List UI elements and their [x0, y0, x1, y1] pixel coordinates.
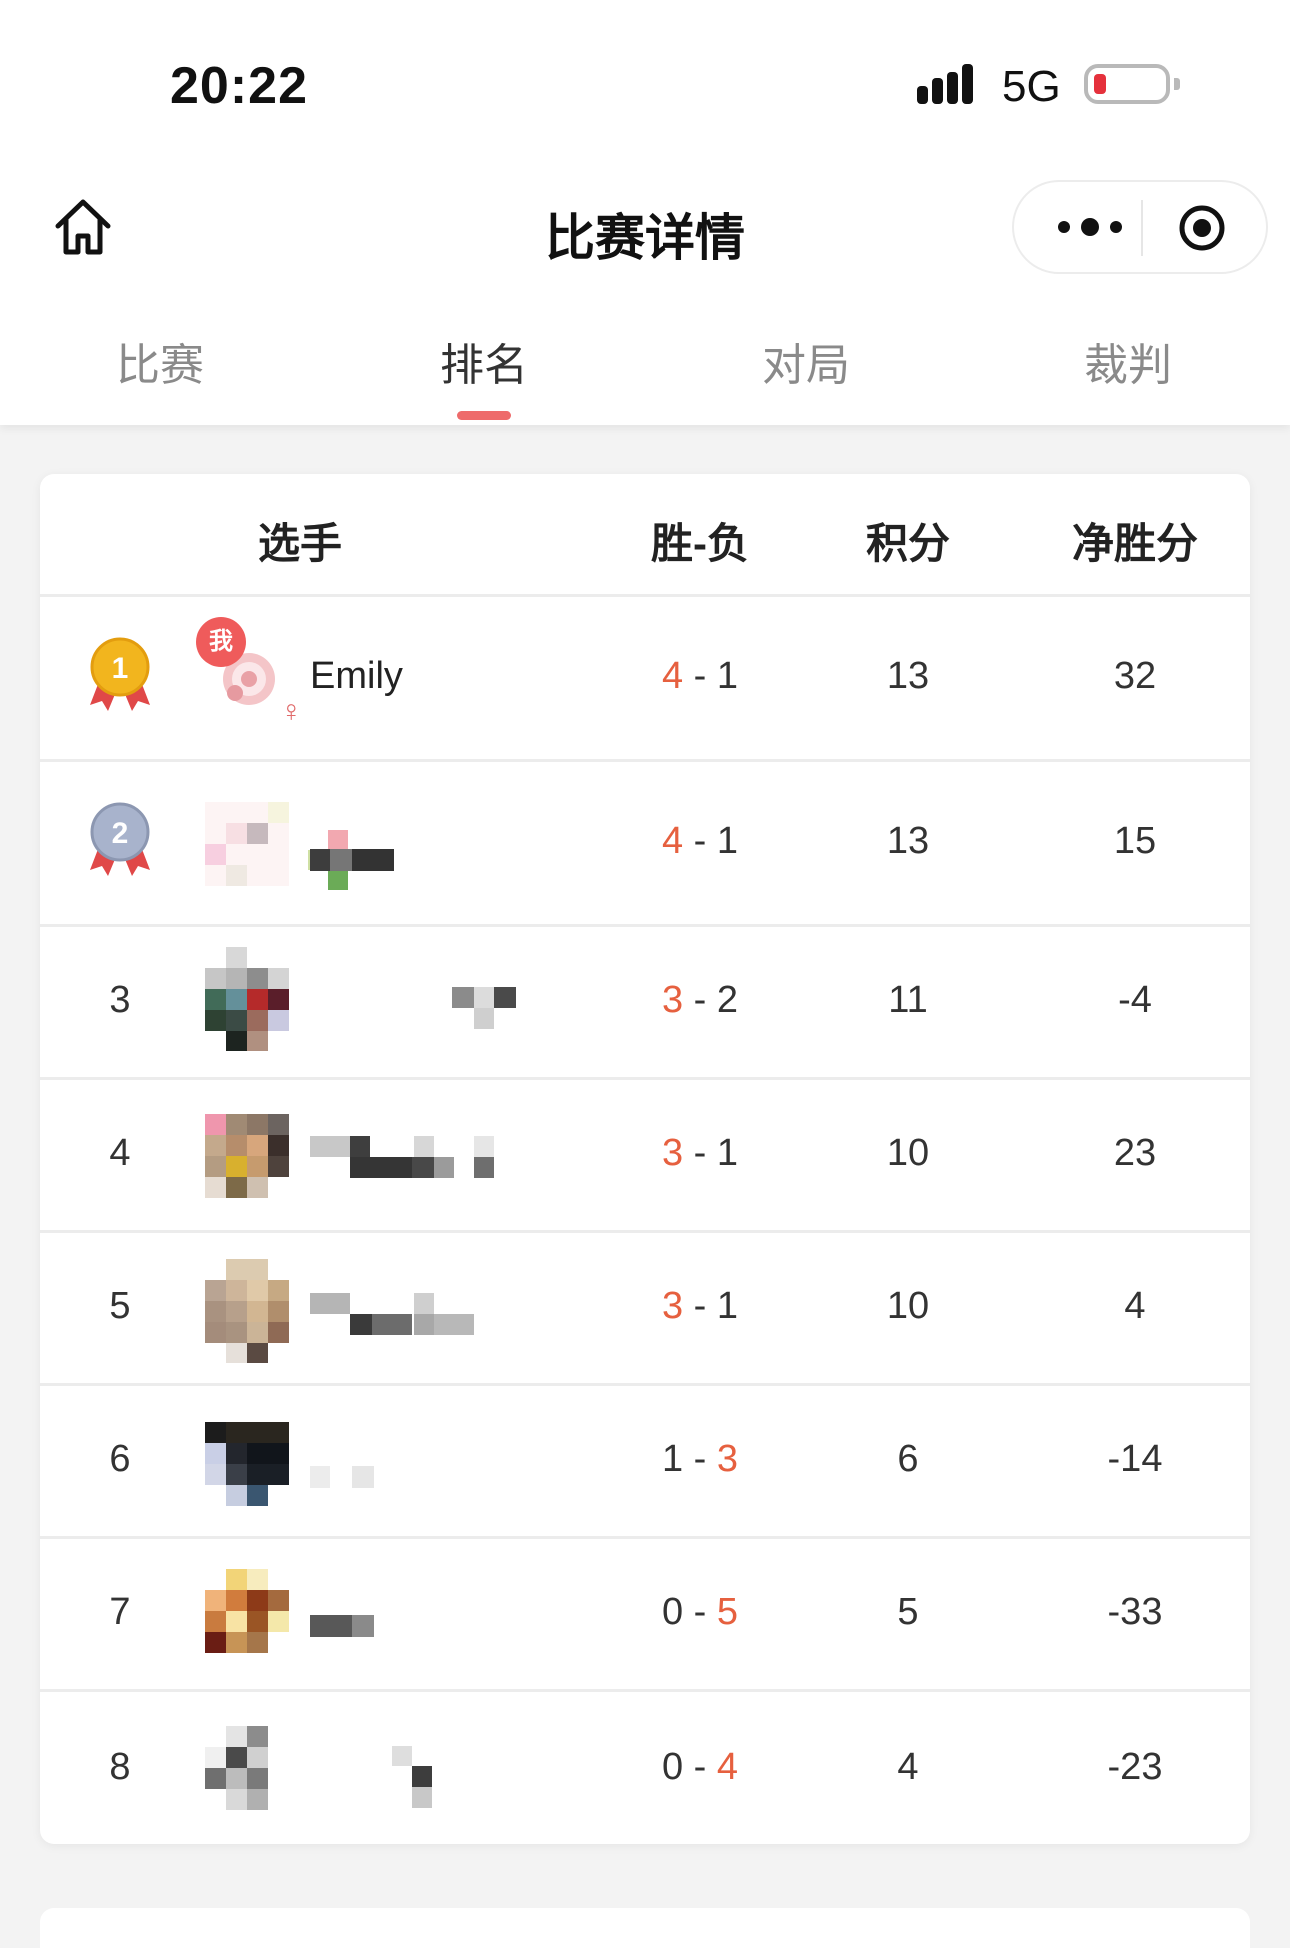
points: 10	[886, 1132, 930, 1174]
avatar[interactable]	[205, 1726, 289, 1810]
avatar[interactable]	[205, 1259, 289, 1363]
points: 4	[897, 1746, 919, 1788]
more-icon[interactable]	[1050, 209, 1130, 245]
top-header: 20:22 5G 比赛详情 比赛 排名 对局 裁判	[0, 0, 1290, 425]
battery-icon	[1084, 64, 1180, 104]
svg-text:1: 1	[112, 652, 129, 685]
win-loss: 4 - 1	[661, 820, 739, 862]
tab-games[interactable]: 对局	[706, 329, 906, 393]
rank-number: 5	[109, 1285, 131, 1327]
table-row[interactable]: 7 0 - 5 5 -33	[40, 1539, 1250, 1692]
win-loss: 4 - 1	[661, 655, 739, 697]
network-type: 5G	[1002, 62, 1061, 111]
net-points: -33	[1107, 1591, 1163, 1633]
next-card-edge	[40, 1908, 1250, 1948]
rank-number: 8	[109, 1746, 131, 1788]
female-icon: ♀	[280, 695, 303, 728]
tab-ranking[interactable]: 排名	[384, 329, 584, 393]
table-header: 选手 胜-负 积分 净胜分	[40, 474, 1250, 597]
avatar[interactable]	[205, 1114, 289, 1198]
points: 10	[886, 1285, 930, 1327]
table-row[interactable]: 3 3 - 2 11 -4	[40, 927, 1250, 1080]
net-points: 32	[1113, 655, 1157, 697]
header-player: 选手	[257, 520, 342, 567]
points: 5	[897, 1591, 919, 1633]
net-points: -23	[1107, 1746, 1163, 1788]
win-loss: 0 - 5	[661, 1591, 739, 1633]
table-row[interactable]: 2 4 - 1 13 15	[40, 762, 1250, 927]
avatar[interactable]	[205, 947, 289, 1051]
net-points: 4	[1124, 1285, 1146, 1327]
table-row[interactable]: 8 0 - 4 4 -23	[40, 1692, 1250, 1844]
target-icon[interactable]	[1178, 204, 1226, 252]
points: 13	[886, 820, 930, 862]
avatar[interactable]	[205, 1569, 289, 1653]
table-row[interactable]: 4 3 - 1 10 23	[40, 1080, 1250, 1233]
win-loss: 1 - 3	[661, 1438, 739, 1480]
avatar[interactable]	[205, 802, 289, 886]
rank-number: 4	[109, 1132, 131, 1174]
rank-number: 7	[109, 1591, 131, 1633]
avatar[interactable]	[205, 1422, 289, 1506]
blurred-player-name	[310, 1136, 494, 1178]
points: 6	[897, 1438, 919, 1480]
blurred-player-name	[310, 849, 394, 871]
win-loss: 3 - 2	[661, 979, 739, 1021]
blurred-player-name	[392, 1746, 432, 1808]
capsule-divider	[1141, 200, 1143, 256]
net-points: 23	[1113, 1132, 1157, 1174]
win-loss: 3 - 1	[661, 1285, 739, 1327]
player-name: Emily	[310, 655, 403, 697]
me-badge: 我	[196, 617, 246, 667]
rank-number: 3	[109, 979, 131, 1021]
win-loss: 3 - 1	[661, 1132, 739, 1174]
tab-referee[interactable]: 裁判	[1028, 329, 1228, 393]
tab-bar: 比赛 排名 对局 裁判	[0, 325, 1290, 425]
blurred-player-name	[310, 1293, 474, 1335]
net-points: 15	[1113, 820, 1157, 862]
ranking-table: 选手 胜-负 积分 净胜分 1 我 ♀ Emily 4 - 1 13 32 2 …	[40, 474, 1250, 1844]
table-row[interactable]: 1 我 ♀ Emily 4 - 1 13 32	[40, 597, 1250, 762]
svg-text:2: 2	[112, 817, 129, 850]
points: 11	[888, 979, 928, 1021]
header-net-points: 净胜分	[1071, 520, 1198, 567]
header-points: 积分	[865, 520, 950, 567]
table-row[interactable]: 6 1 - 3 6 -14	[40, 1386, 1250, 1539]
points: 13	[886, 655, 930, 697]
gold-medal-icon: 1	[90, 637, 150, 711]
active-tab-indicator	[457, 411, 511, 420]
tab-match[interactable]: 比赛	[60, 329, 260, 393]
net-points: -14	[1107, 1438, 1163, 1480]
silver-medal-icon: 2	[90, 802, 150, 876]
blurred-player-name	[310, 1615, 374, 1637]
signal-icon	[917, 64, 981, 110]
rank-number: 6	[109, 1438, 131, 1480]
header-win-loss: 胜-负	[651, 520, 749, 567]
blurred-player-name	[452, 987, 516, 1029]
table-row[interactable]: 5 3 - 1 10 4	[40, 1233, 1250, 1386]
status-time: 20:22	[170, 57, 308, 115]
blurred-player-name	[310, 1466, 374, 1488]
mini-program-capsule	[1012, 180, 1268, 274]
win-loss: 0 - 4	[661, 1746, 739, 1788]
net-points: -4	[1118, 979, 1152, 1021]
